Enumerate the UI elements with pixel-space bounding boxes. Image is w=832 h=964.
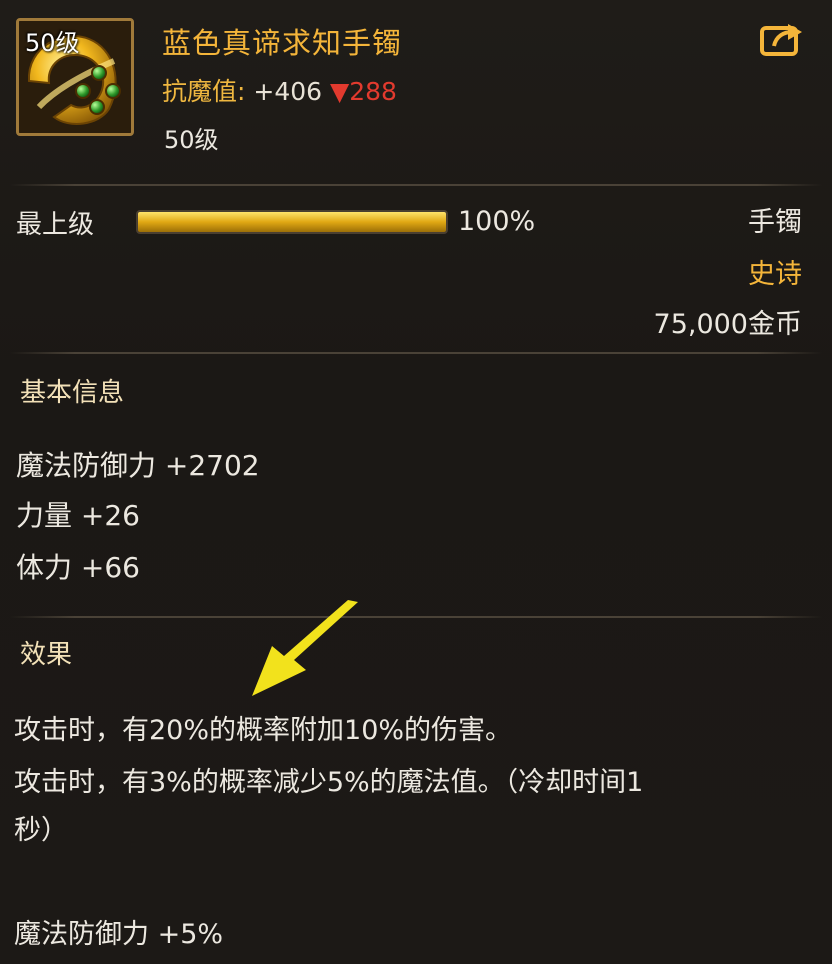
item-icon-frame[interactable]: 50级 (16, 18, 134, 136)
divider-middle (10, 352, 822, 354)
divider-lower (10, 616, 822, 618)
stat-line: 力量 +26 (16, 499, 140, 532)
item-tooltip-panel: 50级 蓝色真谛求知手镯 抗魔值: +406 ▼288 50级 最上级 100%… (0, 0, 832, 964)
item-name: 蓝色真谛求知手镯 (162, 26, 403, 60)
basic-info-heading: 基本信息 (20, 378, 125, 408)
upgrade-progress-text: 100% (458, 206, 536, 237)
effects-heading: 效果 (20, 640, 73, 670)
upgrade-progress-fill (138, 212, 446, 232)
required-level: 50级 (164, 126, 219, 154)
price-label: 75,000金币 (653, 309, 802, 340)
rarity-label: 史诗 (748, 259, 802, 290)
stat-line: 魔法防御力 +2702 (16, 449, 260, 482)
slot-type: 手镯 (748, 207, 802, 238)
effect-line: 秒） (14, 815, 68, 846)
effect-line: 攻击时，有20%的概率附加10%的伤害。 (14, 715, 513, 746)
yellow-pointer-arrow (252, 600, 358, 696)
upgrade-label: 最上级 (16, 210, 95, 240)
divider-top (10, 184, 822, 186)
stat-line: 体力 +66 (16, 551, 140, 584)
effect-line: 攻击时，有3%的概率减少5%的魔法值。（冷却时间1 (14, 767, 644, 798)
share-button[interactable] (760, 22, 804, 58)
resist-down-marker: ▼ (330, 77, 350, 106)
share-icon (760, 24, 802, 56)
effect-line: 魔法防御力 +5% (14, 919, 224, 950)
item-level-badge: 50级 (25, 29, 80, 57)
resist-down-value: 288 (349, 77, 397, 106)
upgrade-progress-bar (136, 210, 448, 234)
resist-value: +406 (253, 77, 323, 106)
resist-line: 抗魔值: +406 ▼288 (162, 72, 397, 108)
resist-label: 抗魔值: (162, 77, 246, 106)
